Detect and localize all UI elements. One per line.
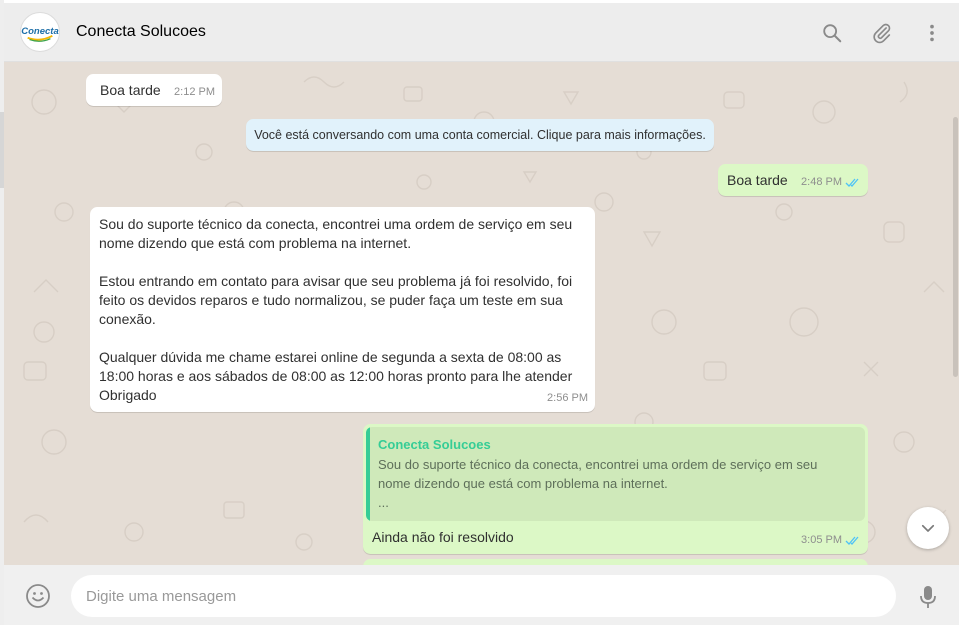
emoji-icon	[26, 584, 50, 608]
message-text: Boa tarde	[727, 172, 788, 188]
attach-button[interactable]	[857, 13, 907, 53]
search-icon	[823, 23, 842, 42]
quote-accent-bar	[366, 427, 370, 521]
message-paragraph: Qualquer dúvida me chame estarei online …	[99, 349, 573, 384]
message-outgoing[interactable]: Boa tarde 2:48 PM	[718, 164, 868, 196]
chat-panel[interactable]: Boa tarde 2:12 PM Você está conversando …	[4, 62, 959, 565]
message-incoming[interactable]: Sou do suporte técnico da conecta, encon…	[90, 207, 595, 412]
message-body: Sou do suporte técnico da conecta, encon…	[99, 215, 585, 405]
message-paragraph: Sou do suporte técnico da conecta, encon…	[99, 216, 573, 251]
double-check-icon	[845, 178, 859, 187]
conecta-logo: Conecta	[21, 26, 59, 42]
business-account-notice[interactable]: Você está conversando com uma conta come…	[246, 119, 714, 151]
emoji-button[interactable]	[24, 582, 52, 610]
mic-button[interactable]	[913, 583, 943, 611]
chat-header[interactable]: Conecta Conecta Solucoes	[4, 3, 959, 62]
search-button[interactable]	[807, 13, 857, 53]
message-text: Boa tarde	[100, 82, 161, 98]
message-time: 3:05 PM	[801, 531, 861, 550]
message-time: 2:48 PM	[801, 173, 861, 192]
quoted-message[interactable]: Conecta Solucoes Sou do suporte técnico …	[366, 427, 865, 521]
message-outgoing-reply[interactable]: Conecta Solucoes Sou do suporte técnico …	[363, 424, 868, 554]
message-paragraph: Obrigado	[99, 387, 157, 403]
message-incoming[interactable]: Boa tarde 2:12 PM	[86, 74, 222, 106]
avatar-logo-text: Conecta	[21, 26, 58, 37]
message-time: 2:12 PM	[174, 83, 215, 102]
scroll-down-button[interactable]	[907, 507, 949, 549]
business-account-notice-text: Você está conversando com uma conta come…	[254, 128, 706, 142]
menu-button[interactable]	[907, 13, 957, 53]
message-time-text: 2:56 PM	[547, 392, 588, 404]
avatar[interactable]: Conecta	[20, 12, 60, 52]
attach-icon	[873, 23, 891, 43]
double-check-icon	[845, 536, 859, 545]
composer-bar	[4, 565, 959, 625]
message-text: Ainda não foi resolvido	[372, 529, 514, 545]
quote-text: Sou do suporte técnico da conecta, encon…	[378, 457, 818, 510]
message-paragraph: Estou entrando em contato para avisar qu…	[99, 273, 573, 327]
message-time: 2:56 PM	[547, 389, 588, 408]
quote-author: Conecta Solucoes	[378, 437, 491, 452]
chevron-down-icon	[921, 524, 935, 532]
message-time-text: 2:48 PM	[801, 176, 842, 188]
message-time-text: 2:12 PM	[174, 86, 215, 98]
contact-name[interactable]: Conecta Solucoes	[76, 23, 206, 41]
menu-icon	[930, 24, 934, 41]
message-input[interactable]	[71, 575, 896, 617]
mic-icon	[920, 586, 936, 608]
message-time-text: 3:05 PM	[801, 534, 842, 546]
scrollbar[interactable]	[953, 117, 958, 377]
